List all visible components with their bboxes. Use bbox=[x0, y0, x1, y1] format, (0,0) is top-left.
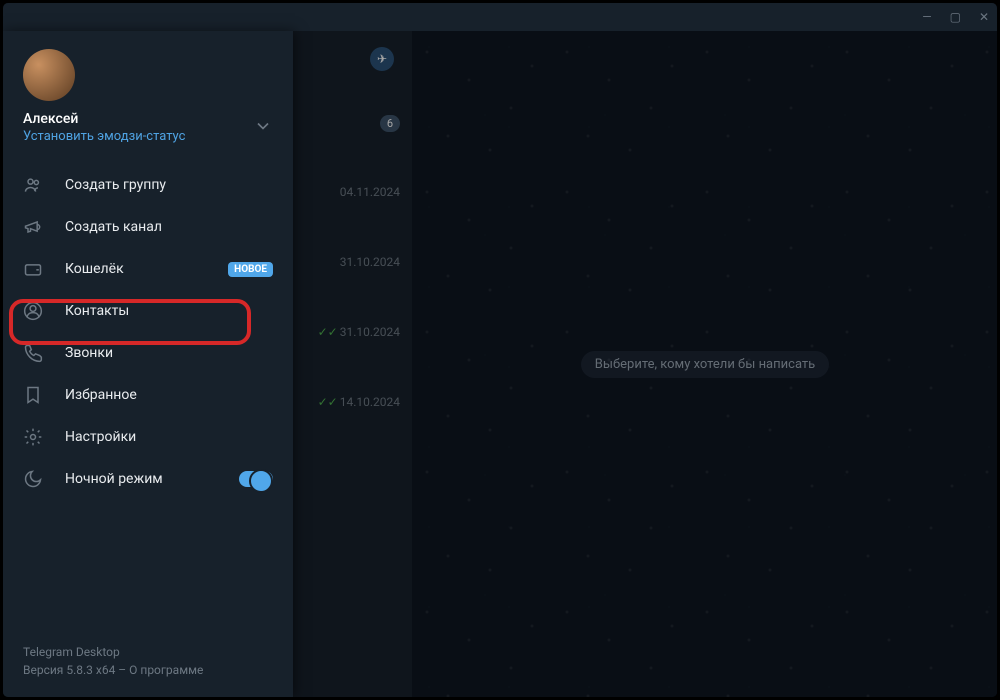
menu-night-mode[interactable]: Ночной режим bbox=[3, 458, 293, 500]
menu-create-channel[interactable]: Создать канал bbox=[3, 206, 293, 248]
chevron-down-icon[interactable] bbox=[253, 116, 273, 140]
menu-list: Создать группу Создать канал Кошелёк НОВ… bbox=[3, 156, 293, 508]
profile-name: Алексей bbox=[23, 111, 185, 127]
group-icon bbox=[23, 175, 43, 195]
app-window: — ▢ ✕ ✈ 6 …gram Premium б… 04.11.2024 bbox=[0, 0, 1000, 700]
bookmark-icon bbox=[23, 385, 43, 405]
menu-label: Контакты bbox=[65, 303, 129, 319]
avatar[interactable] bbox=[23, 49, 75, 101]
new-badge: НОВОЕ bbox=[228, 262, 273, 277]
menu-label: Избранное bbox=[65, 387, 137, 403]
moon-icon bbox=[23, 469, 43, 489]
menu-label: Кошелёк bbox=[65, 261, 124, 277]
megaphone-icon bbox=[23, 217, 43, 237]
menu-label: Создать канал bbox=[65, 219, 162, 235]
about-link[interactable]: О программе bbox=[129, 663, 203, 677]
version-text: Версия 5.8.3 x64 – bbox=[23, 663, 129, 677]
main-menu-drawer: Алексей Установить эмодзи-статус Создать… bbox=[3, 31, 293, 697]
menu-label: Ночной режим bbox=[65, 471, 163, 487]
titlebar: — ▢ ✕ bbox=[3, 3, 997, 31]
phone-icon bbox=[23, 343, 43, 363]
menu-wallet[interactable]: Кошелёк НОВОЕ bbox=[3, 248, 293, 290]
set-emoji-status-link[interactable]: Установить эмодзи-статус bbox=[23, 129, 185, 144]
menu-contacts[interactable]: Контакты bbox=[3, 290, 293, 332]
menu-label: Создать группу bbox=[65, 177, 166, 193]
menu-create-group[interactable]: Создать группу bbox=[3, 164, 293, 206]
menu-calls[interactable]: Звонки bbox=[3, 332, 293, 374]
menu-settings[interactable]: Настройки bbox=[3, 416, 293, 458]
minimize-button[interactable]: — bbox=[922, 10, 931, 24]
menu-saved[interactable]: Избранное bbox=[3, 374, 293, 416]
app-name: Telegram Desktop bbox=[23, 643, 273, 661]
night-mode-toggle[interactable] bbox=[239, 471, 273, 487]
maximize-button[interactable]: ▢ bbox=[950, 10, 961, 24]
gear-icon bbox=[23, 427, 43, 447]
profile-section: Алексей Установить эмодзи-статус bbox=[3, 31, 293, 156]
drawer-footer: Telegram Desktop Версия 5.8.3 x64 – О пр… bbox=[3, 629, 293, 697]
wallet-icon bbox=[23, 259, 43, 279]
contact-icon bbox=[23, 301, 43, 321]
close-button[interactable]: ✕ bbox=[979, 10, 989, 24]
menu-label: Звонки bbox=[65, 345, 113, 361]
menu-label: Настройки bbox=[65, 429, 136, 445]
